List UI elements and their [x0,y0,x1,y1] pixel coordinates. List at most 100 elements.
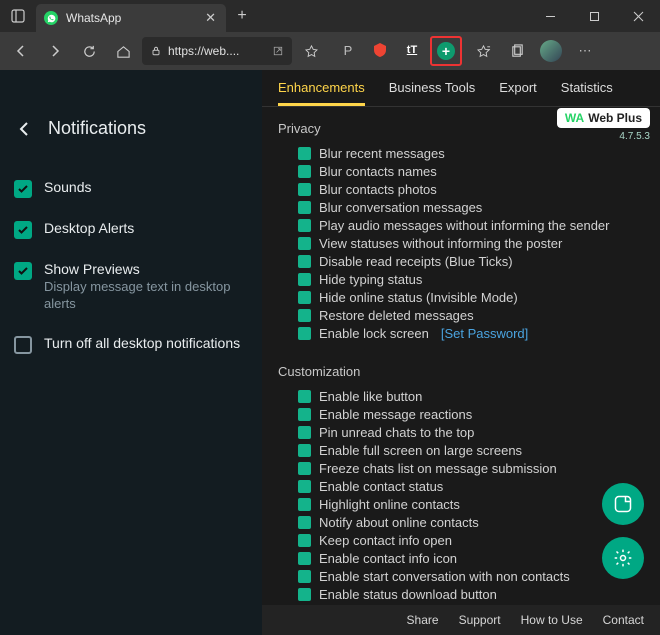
setting-item[interactable]: Blur contacts photos [298,182,644,197]
checkbox-icon[interactable] [298,183,311,196]
setting-item[interactable]: Highlight online contacts [298,497,644,512]
whatsapp-settings-sidebar: Notifications SoundsDesktop AlertsShow P… [0,70,262,635]
maximize-button[interactable] [572,0,616,32]
checkbox-icon[interactable] [298,147,311,160]
profile-button[interactable] [536,36,566,66]
footer-link-support[interactable]: Support [459,613,501,627]
setting-item[interactable]: Enable contact status [298,479,644,494]
avatar [540,40,562,62]
checkbox-icon[interactable] [298,291,311,304]
checkbox-checked-icon[interactable] [14,262,32,280]
setting-label: Enable full screen on large screens [319,443,522,458]
footer-link-share[interactable]: Share [407,613,439,627]
brand-block: WA Web Plus 4.7.5.3 [557,108,650,142]
tab-export[interactable]: Export [499,80,537,106]
setting-item[interactable]: Enable lock screen[Set Password] [298,326,644,341]
more-menu-button[interactable]: ⋯ [570,36,600,66]
checkbox-icon[interactable] [298,426,311,439]
section-customization: CustomizationEnable like buttonEnable me… [262,350,660,629]
forward-button[interactable] [40,36,70,66]
setting-item[interactable]: Enable status download button [298,587,644,602]
open-external-icon[interactable] [272,45,284,57]
checkbox-checked-icon[interactable] [14,180,32,198]
checkbox-icon[interactable] [298,534,311,547]
setting-item[interactable]: Enable full screen on large screens [298,443,644,458]
checkbox-icon[interactable] [298,219,311,232]
extension-text-icon[interactable]: tT [398,36,426,64]
brand-badge[interactable]: WA Web Plus [557,108,650,128]
checkbox-icon[interactable] [298,165,311,178]
checkbox-icon[interactable] [298,237,311,250]
browser-tab[interactable]: WhatsApp ✕ [36,4,226,32]
settings-fab[interactable] [602,537,644,579]
footer-link-contact[interactable]: Contact [603,613,644,627]
setting-label: Enable like button [319,389,422,404]
checkbox-icon[interactable] [298,552,311,565]
new-tab-button[interactable]: + [226,7,258,25]
collections-button[interactable] [502,36,532,66]
setting-item[interactable]: Play audio messages without informing th… [298,218,644,233]
checkbox-icon[interactable] [298,462,311,475]
setting-item[interactable]: Keep contact info open [298,533,644,548]
checkbox-icon[interactable] [298,273,311,286]
checkbox-icon[interactable] [298,588,311,601]
tab-statistics[interactable]: Statistics [561,80,613,106]
extension-adblock-icon[interactable] [366,36,394,64]
setting-item[interactable]: Enable like button [298,389,644,404]
refresh-button[interactable] [74,36,104,66]
extension-webplus-icon[interactable]: + [430,36,462,66]
close-window-button[interactable] [616,0,660,32]
checkbox-icon[interactable] [298,201,311,214]
setting-item[interactable]: Pin unread chats to the top [298,425,644,440]
close-tab-icon[interactable]: ✕ [205,10,216,26]
setting-label: Enable status download button [319,587,497,602]
checkbox-icon[interactable] [298,408,311,421]
option-label: Show Previews [44,261,248,277]
checkbox-icon[interactable] [298,480,311,493]
setting-item[interactable]: Enable start conversation with non conta… [298,569,644,584]
setting-item[interactable]: Restore deleted messages [298,308,644,323]
setting-item[interactable]: Blur recent messages [298,146,644,161]
setting-item[interactable]: View statuses without informing the post… [298,236,644,251]
back-button[interactable] [6,36,36,66]
notification-option[interactable]: Sounds [14,179,248,198]
setting-item[interactable]: Freeze chats list on message submission [298,461,644,476]
checkbox-unchecked-icon[interactable] [14,336,32,354]
setting-item[interactable]: Hide typing status [298,272,644,287]
checkbox-icon[interactable] [298,444,311,457]
set-password-link[interactable]: [Set Password] [441,326,528,341]
setting-label: Highlight online contacts [319,497,460,512]
extension-pinterest-icon[interactable]: P [334,36,362,64]
setting-item[interactable]: Blur contacts names [298,164,644,179]
notification-option[interactable]: Show PreviewsDisplay message text in des… [14,261,248,313]
back-arrow-icon[interactable] [14,119,34,139]
favorites-menu-button[interactable] [468,36,498,66]
checkbox-icon[interactable] [298,309,311,322]
notification-option[interactable]: Turn off all desktop notifications [14,335,248,354]
checkbox-icon[interactable] [298,390,311,403]
setting-item[interactable]: Enable message reactions [298,407,644,422]
checkbox-icon[interactable] [298,498,311,511]
setting-label: Freeze chats list on message submission [319,461,557,476]
minimize-button[interactable] [528,0,572,32]
setting-item[interactable]: Hide online status (Invisible Mode) [298,290,644,305]
footer-link-how-to-use[interactable]: How to Use [521,613,583,627]
setting-item[interactable]: Enable contact info icon [298,551,644,566]
favorite-button[interactable] [296,36,326,66]
tab-actions-button[interactable] [0,0,36,32]
checkbox-checked-icon[interactable] [14,221,32,239]
checkbox-icon[interactable] [298,327,311,340]
checkbox-icon[interactable] [298,570,311,583]
checkbox-icon[interactable] [298,516,311,529]
notification-option[interactable]: Desktop Alerts [14,220,248,239]
checkbox-icon[interactable] [298,255,311,268]
setting-item[interactable]: Disable read receipts (Blue Ticks) [298,254,644,269]
setting-item[interactable]: Notify about online contacts [298,515,644,530]
home-button[interactable] [108,36,138,66]
brand-logo-text: WA [565,111,584,125]
setting-item[interactable]: Blur conversation messages [298,200,644,215]
sticker-fab[interactable] [602,483,644,525]
tab-business-tools[interactable]: Business Tools [389,80,475,106]
tab-enhancements[interactable]: Enhancements [278,80,365,106]
address-bar[interactable]: https://web.... [142,37,292,65]
